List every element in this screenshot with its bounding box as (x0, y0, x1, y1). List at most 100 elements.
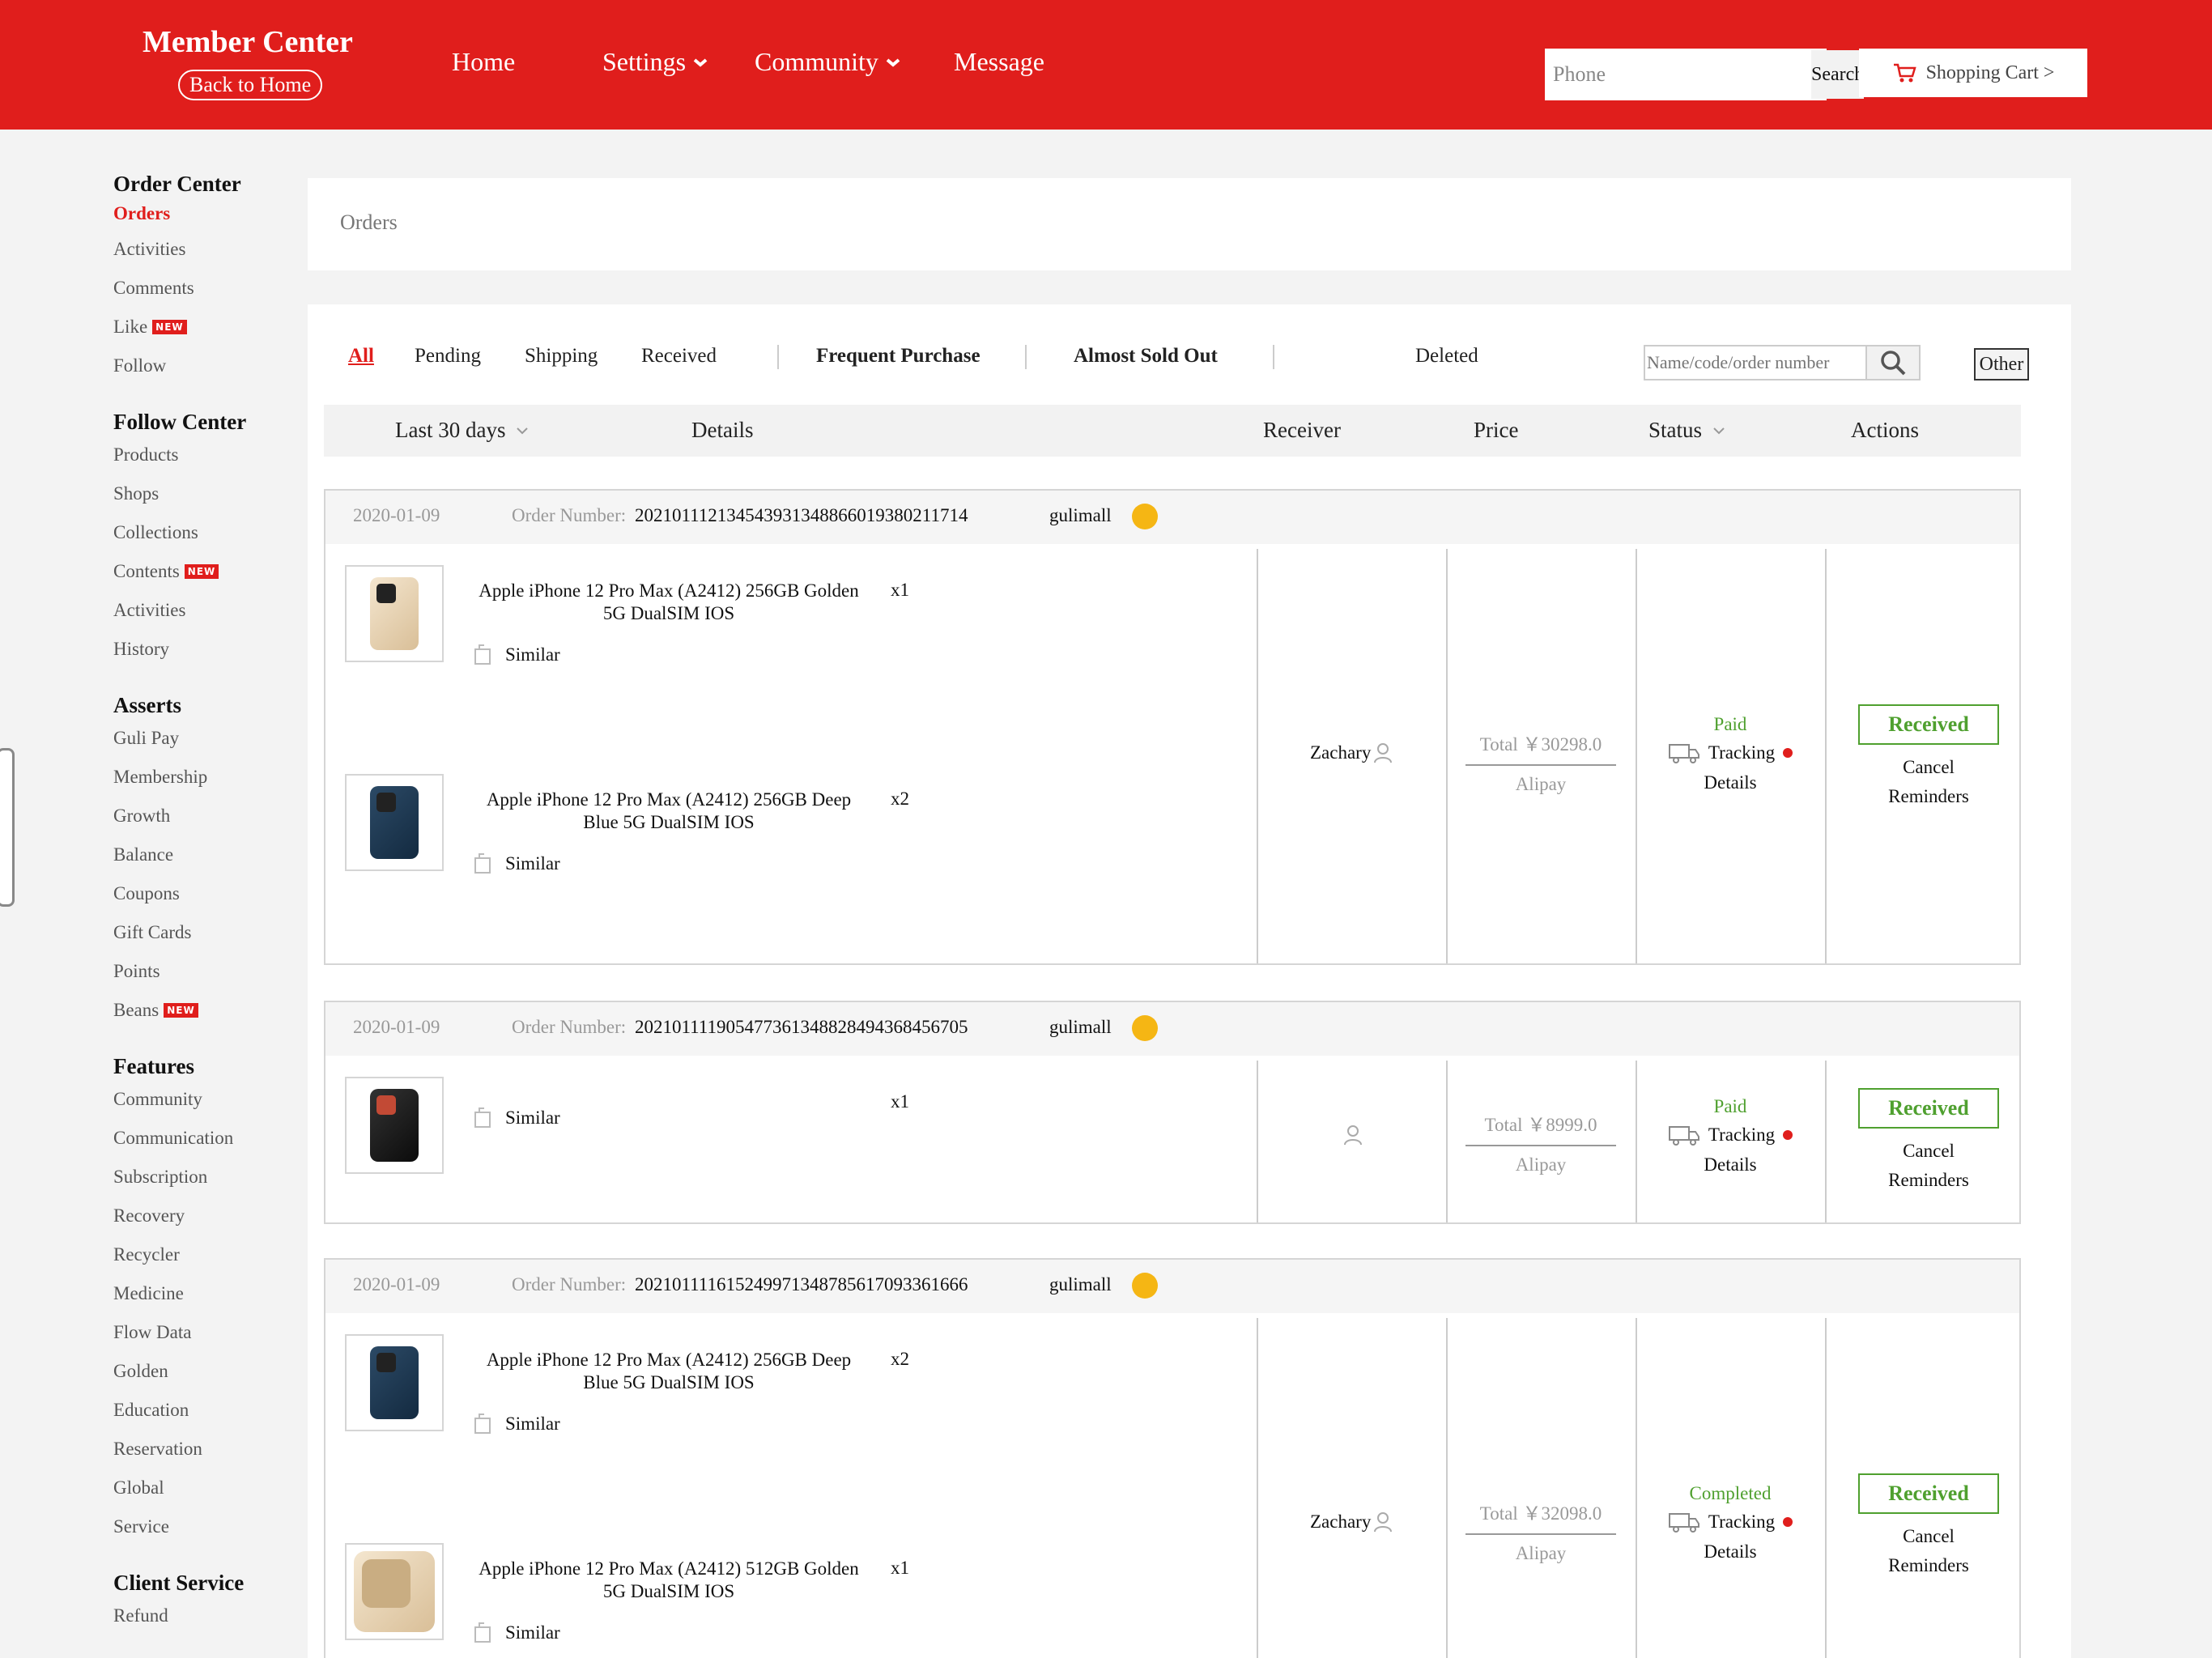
similar-button[interactable]: Similar (473, 1412, 560, 1436)
header-search-input[interactable] (1546, 50, 1811, 99)
sidebar-item-products[interactable]: Products (113, 436, 291, 474)
sidebar-item-contents[interactable]: Contents NEW (113, 552, 291, 591)
nav-settings[interactable]: Settings (602, 47, 708, 77)
sidebar-item-communication[interactable]: Communication (113, 1119, 291, 1158)
sidebar-item-collections[interactable]: Collections (113, 513, 291, 552)
sidebar-item-global[interactable]: Global (113, 1469, 291, 1507)
similar-button[interactable]: Similar (473, 1621, 560, 1645)
shop-logo-icon[interactable] (1132, 1015, 1158, 1041)
sidebar-item-label: Like (113, 317, 148, 337)
sidebar-item-guli-pay[interactable]: Guli Pay (113, 719, 291, 758)
sidebar-item-activities[interactable]: Activities (113, 230, 291, 269)
sidebar-item-orders[interactable]: Orders (113, 198, 291, 230)
sidebar-item-balance[interactable]: Balance (113, 835, 291, 874)
receiver[interactable]: Zachary (1310, 1511, 1393, 1533)
product-name[interactable]: Apple iPhone 12 Pro Max (A2412) 256GB Go… (474, 580, 863, 625)
period-dropdown[interactable]: Last 30 days (395, 418, 530, 443)
similar-button[interactable]: Similar (473, 852, 560, 876)
sidebar-item-recovery[interactable]: Recovery (113, 1197, 291, 1235)
sidebar-item-service[interactable]: Service (113, 1507, 291, 1546)
sidebar-item-membership[interactable]: Membership (113, 758, 291, 797)
shop-name[interactable]: gulimall (1049, 1017, 1112, 1038)
status-box: Paid Tracking Details (1653, 1096, 1807, 1175)
reminders-link[interactable]: Reminders (1848, 1166, 2010, 1195)
sidebar-item-golden[interactable]: Golden (113, 1352, 291, 1391)
side-scroll-handle[interactable] (0, 748, 15, 907)
reminders-link[interactable]: Reminders (1848, 1551, 2010, 1580)
sidebar-item-like[interactable]: Like NEW (113, 308, 291, 346)
sidebar-item-gift-cards[interactable]: Gift Cards (113, 913, 291, 952)
shop-logo-icon[interactable] (1132, 1273, 1158, 1299)
sidebar-item-medicine[interactable]: Medicine (113, 1274, 291, 1313)
tab-deleted[interactable]: Deleted (1415, 345, 1478, 368)
sidebar-item-recycler[interactable]: Recycler (113, 1235, 291, 1274)
nav-community[interactable]: Community (755, 47, 901, 77)
sidebar-item-refund[interactable]: Refund (113, 1596, 291, 1635)
tab-frequent-purchase[interactable]: Frequent Purchase (816, 345, 981, 368)
received-button[interactable]: Received (1858, 1473, 1999, 1514)
tracking-link[interactable]: Tracking (1653, 1124, 1807, 1146)
tracking-link[interactable]: Tracking (1653, 742, 1807, 764)
sidebar-item-points[interactable]: Points (113, 952, 291, 991)
product-image[interactable] (345, 774, 444, 871)
tracking-link[interactable]: Tracking (1653, 1511, 1807, 1533)
similar-button[interactable]: Similar (473, 1106, 560, 1130)
sidebar-item-comments[interactable]: Comments (113, 269, 291, 308)
received-button[interactable]: Received (1858, 704, 1999, 745)
sidebar-item-beans[interactable]: Beans NEW (113, 991, 291, 1030)
product-image[interactable] (345, 565, 444, 662)
receiver[interactable] (1341, 1124, 1363, 1146)
order-filter-input[interactable] (1645, 346, 1865, 379)
nav-home[interactable]: Home (452, 47, 515, 77)
received-button[interactable]: Received (1858, 1088, 1999, 1129)
product-name[interactable]: Apple iPhone 12 Pro Max (A2412) 256GB De… (474, 1349, 863, 1394)
sidebar-item-growth[interactable]: Growth (113, 797, 291, 835)
similar-button[interactable]: Similar (473, 643, 560, 667)
tab-almost-sold-out[interactable]: Almost Sold Out (1074, 345, 1218, 368)
sidebar-item-label: Gift Cards (113, 922, 192, 942)
product-image[interactable] (345, 1543, 444, 1640)
sidebar-item-coupons[interactable]: Coupons (113, 874, 291, 913)
tab-all[interactable]: All (348, 345, 374, 368)
sidebar-item-follow[interactable]: Follow (113, 346, 291, 385)
other-button[interactable]: Other (1974, 348, 2029, 380)
order-filter-search-button[interactable] (1865, 346, 1919, 379)
product-qty: x2 (891, 789, 909, 809)
sidebar-item-activities[interactable]: Activities (113, 591, 291, 630)
sidebar-item-label: Contents (113, 561, 180, 581)
shop-logo-icon[interactable] (1132, 504, 1158, 529)
product-image[interactable] (345, 1334, 444, 1431)
sidebar-item-community[interactable]: Community (113, 1080, 291, 1119)
receiver[interactable]: Zachary (1310, 742, 1393, 764)
sidebar-item-history[interactable]: History (113, 630, 291, 669)
details-link[interactable]: Details (1653, 1154, 1807, 1175)
sidebar-item-shops[interactable]: Shops (113, 474, 291, 513)
sidebar-item-subscription[interactable]: Subscription (113, 1158, 291, 1197)
cancel-link[interactable]: Cancel (1848, 1522, 2010, 1551)
status-dropdown[interactable]: Status (1648, 418, 1726, 443)
details-link[interactable]: Details (1653, 1541, 1807, 1562)
cancel-link[interactable]: Cancel (1848, 1137, 2010, 1166)
search-icon (1881, 351, 1906, 376)
product-name[interactable]: Apple iPhone 12 Pro Max (A2412) 256GB De… (474, 789, 863, 834)
user-icon (1374, 1512, 1393, 1533)
shopping-cart-button[interactable]: Shopping Cart > (1859, 49, 2087, 97)
product-qty: x1 (891, 1091, 909, 1112)
tab-received[interactable]: Received (641, 345, 717, 368)
sidebar-item-education[interactable]: Education (113, 1391, 291, 1430)
header-search-button[interactable]: Search (1811, 50, 1865, 99)
cancel-link[interactable]: Cancel (1848, 753, 2010, 782)
product-image[interactable] (345, 1077, 444, 1174)
reminders-link[interactable]: Reminders (1848, 782, 2010, 811)
shop-name[interactable]: gulimall (1049, 505, 1112, 526)
order-total: Total ￥30298.0 (1465, 729, 1616, 766)
product-name[interactable]: Apple iPhone 12 Pro Max (A2412) 512GB Go… (474, 1558, 863, 1603)
shop-name[interactable]: gulimall (1049, 1274, 1112, 1295)
sidebar-item-flow-data[interactable]: Flow Data (113, 1313, 291, 1352)
nav-message[interactable]: Message (954, 47, 1044, 77)
details-link[interactable]: Details (1653, 772, 1807, 793)
tab-pending[interactable]: Pending (415, 345, 481, 368)
sidebar-item-reservation[interactable]: Reservation (113, 1430, 291, 1469)
tab-shipping[interactable]: Shipping (525, 345, 598, 368)
back-to-home-button[interactable]: Back to Home (178, 70, 323, 100)
